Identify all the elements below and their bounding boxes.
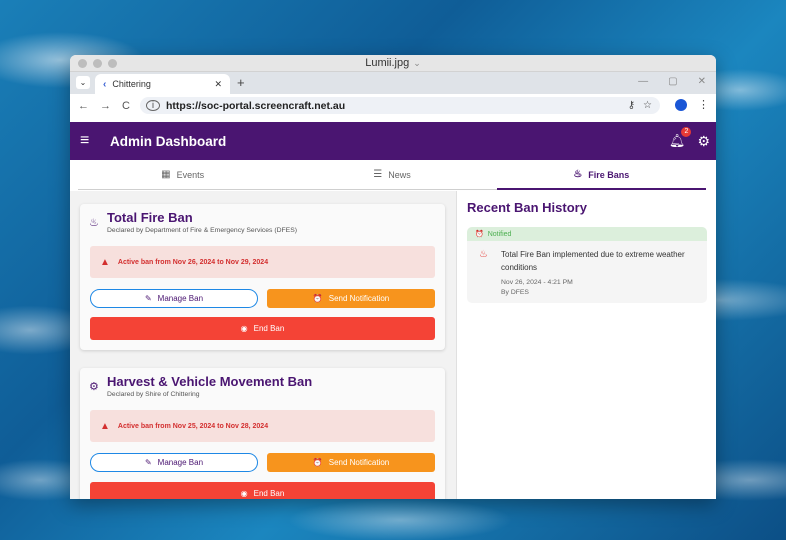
manage-ban-label: Manage Ban: [157, 458, 204, 467]
tab-fire-bans-label: Fire Bans: [588, 169, 630, 180]
tab-list-dropdown[interactable]: ⌄: [76, 76, 90, 89]
site-info-icon[interactable]: i: [146, 100, 160, 111]
tab-events-label: Events: [176, 169, 205, 180]
pencil-icon: ✎: [144, 458, 152, 467]
flame-icon: ♨: [89, 217, 99, 229]
active-ban-alert-text: Active ban from Nov 25, 2024 to Nov 28, …: [117, 422, 269, 430]
manage-ban-label: Manage Ban: [157, 294, 204, 303]
send-notification-label: Send Notification: [328, 294, 390, 303]
chevron-down-icon[interactable]: ⌄: [413, 58, 421, 68]
bookmark-star-icon[interactable]: ☆: [643, 100, 652, 111]
ban-title: Total Fire Ban: [107, 210, 193, 225]
ban-title: Harvest & Vehicle Movement Ban: [107, 374, 313, 389]
pencil-icon: ✎: [144, 294, 152, 303]
end-ban-label: End Ban: [253, 324, 285, 333]
browser-tab[interactable]: ‹ Chittering ✕: [95, 74, 230, 94]
ban-card-header: ♨ Total Fire Ban Declared by Department …: [89, 210, 297, 234]
end-ban-label: End Ban: [253, 489, 285, 498]
url-text[interactable]: https://soc-portal.screencraft.net.au: [166, 100, 628, 112]
minimize-icon[interactable]: —: [638, 76, 648, 87]
warning-icon: ▲: [100, 256, 110, 268]
ban-declared-by: Declared by Shire of Chittering: [107, 391, 200, 398]
ban-history-panel: Recent Ban History ⏰ Notified ♨ Total Fi…: [456, 191, 716, 499]
browser-menu-icon[interactable]: ⋮: [698, 98, 709, 111]
flame-icon: ♨: [573, 169, 583, 180]
end-ban-button[interactable]: ◉ End Ban: [90, 317, 435, 340]
notifications-bell-icon[interactable]: 🔔︎ 2: [669, 127, 692, 149]
password-key-icon[interactable]: ⚷: [628, 100, 635, 111]
end-ban-button[interactable]: ◉ End Ban: [90, 482, 435, 499]
app-header: ≡ Admin Dashboard 🔔︎ 2 ⚙: [70, 122, 716, 160]
new-tab-button[interactable]: +: [237, 75, 245, 90]
tab-events[interactable]: ▦ Events: [78, 160, 287, 189]
history-item-by: By DFES: [501, 289, 529, 296]
browser-window: Lumii.jpg ⌄ ⌄ ‹ Chittering ✕ + — ▢ ✕ ← → …: [70, 55, 716, 499]
manage-ban-button[interactable]: ✎ Manage Ban: [90, 289, 258, 308]
ban-card: ⚙ Harvest & Vehicle Movement Ban Declare…: [80, 368, 445, 499]
history-item-meta: Nov 26, 2024 - 4:21 PM By DFES: [501, 278, 573, 298]
warning-icon: ▲: [100, 420, 110, 432]
history-status-label: Notified: [487, 230, 512, 238]
newspaper-icon: ☰: [373, 169, 383, 180]
send-notification-button[interactable]: ⏰ Send Notification: [267, 453, 435, 472]
history-item[interactable]: ⏰ Notified ♨ Total Fire Ban implemented …: [467, 227, 707, 303]
tab-news-label: News: [388, 169, 411, 180]
maximize-icon[interactable]: ▢: [668, 76, 677, 87]
active-ban-alert: ▲ Active ban from Nov 26, 2024 to Nov 29…: [90, 246, 435, 278]
stop-circle-icon: ◉: [240, 489, 248, 498]
tab-fire-bans[interactable]: ♨ Fire Bans: [496, 160, 707, 190]
stop-circle-icon: ◉: [240, 324, 248, 333]
gear-icon[interactable]: ⚙: [697, 133, 710, 150]
window-title-text: Lumii.jpg: [365, 57, 410, 69]
window-controls: — ▢ ✕: [638, 76, 706, 87]
send-notification-label: Send Notification: [328, 458, 390, 467]
profile-avatar-icon[interactable]: [675, 99, 687, 111]
ban-declared-by: Declared by Department of Fire & Emergen…: [107, 227, 297, 234]
bans-list[interactable]: ♨ Total Fire Ban Declared by Department …: [70, 191, 456, 499]
address-bar[interactable]: i https://soc-portal.screencraft.net.au …: [140, 97, 660, 114]
tractor-icon: ⚙: [89, 381, 99, 393]
alarm-icon: ⏰: [475, 231, 484, 238]
alarm-icon: ⏰: [312, 458, 323, 467]
ban-card: ♨ Total Fire Ban Declared by Department …: [80, 204, 445, 350]
flame-icon: ♨: [479, 249, 488, 260]
favicon-icon: ‹: [103, 78, 107, 90]
active-ban-alert-text: Active ban from Nov 26, 2024 to Nov 29, …: [117, 258, 269, 266]
page-title: Admin Dashboard: [110, 133, 227, 149]
history-title: Recent Ban History: [467, 200, 587, 215]
ban-card-header: ⚙ Harvest & Vehicle Movement Ban Declare…: [89, 374, 312, 398]
send-notification-button[interactable]: ⏰ Send Notification: [267, 289, 435, 308]
browser-tabstrip: ⌄ ‹ Chittering ✕ + — ▢ ✕: [70, 72, 716, 94]
active-ban-alert: ▲ Active ban from Nov 25, 2024 to Nov 28…: [90, 410, 435, 442]
menu-icon[interactable]: ≡: [80, 132, 110, 150]
window-title: Lumii.jpg ⌄: [70, 57, 716, 69]
back-icon[interactable]: ←: [78, 100, 100, 112]
tab-news[interactable]: ☰ News: [287, 160, 496, 189]
history-item-date: Nov 26, 2024 - 4:21 PM: [501, 279, 573, 286]
notification-count-badge: 2: [681, 127, 692, 137]
section-tabs: ▦ Events ☰ News ♨ Fire Bans: [78, 160, 707, 190]
close-icon[interactable]: ✕: [698, 76, 706, 87]
close-tab-icon[interactable]: ✕: [214, 79, 222, 90]
window-titlebar: Lumii.jpg ⌄: [70, 55, 716, 72]
alarm-icon: ⏰: [312, 294, 323, 303]
calendar-icon: ▦: [161, 169, 171, 180]
history-item-text: Total Fire Ban implemented due to extrem…: [501, 250, 685, 272]
browser-tab-label: Chittering: [112, 79, 151, 89]
history-status: ⏰ Notified: [467, 227, 707, 241]
manage-ban-button[interactable]: ✎ Manage Ban: [90, 453, 258, 472]
forward-icon[interactable]: →: [100, 100, 122, 112]
address-bar-row: ← → C i https://soc-portal.screencraft.n…: [70, 94, 716, 117]
